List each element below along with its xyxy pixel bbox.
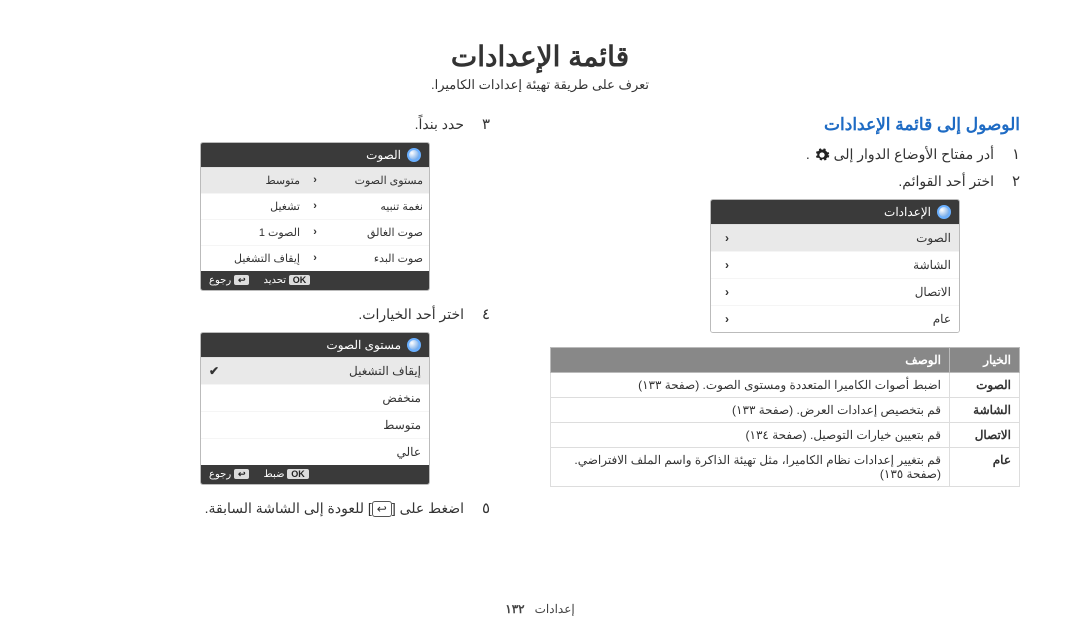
- footer-action: ضبط: [263, 469, 284, 480]
- back-key-icon: ↩: [234, 275, 250, 285]
- row-label: مستوى الصوت: [324, 168, 429, 193]
- left-column: ٣ حدد بنداً. الصوت مستوى الصوت › متوسط ن…: [60, 115, 490, 526]
- section-title: الوصول إلى قائمة الإعدادات: [550, 115, 1020, 135]
- row-label: نغمة تنبيه: [324, 194, 429, 219]
- page-title: قائمة الإعدادات: [60, 40, 1020, 73]
- menu-settings-root: الإعدادات الصوت › الشاشة › الاتصال › عام…: [710, 199, 960, 333]
- page-intro: تعرف على طريقة تهيئة إعدادات الكاميرا.: [60, 77, 1020, 93]
- chevron-icon: ›: [719, 285, 735, 299]
- ok-key-icon: OK: [287, 469, 309, 479]
- menu-row[interactable]: إيقاف التشغيل ✔: [201, 357, 429, 384]
- step-1: ١ أدر مفتاح الأوضاع الدوار إلى .: [550, 145, 1020, 164]
- row-label: متوسط: [209, 418, 421, 432]
- footer-action: تحديد: [263, 275, 286, 286]
- step-5: ٥ اضغط على [↩] للعودة إلى الشاشة السابقة…: [60, 499, 490, 518]
- gear-icon: [814, 147, 830, 163]
- row-label: صوت البدء: [324, 246, 429, 271]
- cell-desc: قم بتغيير إعدادات نظام الكاميرا، مثل تهي…: [551, 448, 950, 487]
- row-value: إيقاف التشغيل: [201, 246, 306, 271]
- ok-key-icon: OK: [289, 275, 311, 285]
- step-num-5: ٥: [474, 499, 490, 518]
- menu-header-label: الإعدادات: [884, 205, 931, 219]
- check-icon: ✔: [209, 364, 219, 378]
- table-row: الاتصال قم بتعيين خيارات التوصيل. (صفحة …: [551, 423, 1020, 448]
- row-label: عالي: [209, 445, 421, 459]
- row-label: الاتصال: [735, 285, 951, 299]
- menu-row[interactable]: منخفض: [201, 384, 429, 411]
- step-num-1: ١: [1004, 145, 1020, 164]
- row-value: تشغيل: [201, 194, 306, 219]
- page-footer: إعدادات ١٣٢: [0, 602, 1080, 616]
- menu-row[interactable]: متوسط: [201, 411, 429, 438]
- step-num-4: ٤: [474, 305, 490, 324]
- step-5-text: اضغط على [↩] للعودة إلى الشاشة السابقة.: [205, 500, 464, 517]
- menu-row[interactable]: نغمة تنبيه › تشغيل: [201, 193, 429, 219]
- row-label: إيقاف التشغيل: [219, 364, 421, 378]
- right-column: الوصول إلى قائمة الإعدادات ١ أدر مفتاح ا…: [550, 115, 1020, 487]
- menu-sound-settings: الصوت مستوى الصوت › متوسط نغمة تنبيه › ت…: [200, 142, 430, 291]
- menu-footer: OK ضبط ↩ رجوع: [201, 465, 429, 484]
- th-desc: الوصف: [551, 348, 950, 373]
- chevron-icon: ›: [306, 168, 324, 193]
- table-row: عام قم بتغيير إعدادات نظام الكاميرا، مثل…: [551, 448, 1020, 487]
- options-table: الخيار الوصف الصوت اضبط أصوات الكاميرا ا…: [550, 347, 1020, 487]
- menu-footer: OK تحديد ↩ رجوع: [201, 271, 429, 290]
- cell-option: الاتصال: [950, 423, 1020, 448]
- row-value: الصوت 1: [201, 220, 306, 245]
- cell-option: الشاشة: [950, 398, 1020, 423]
- step-2-text: اختر أحد القوائم.: [898, 173, 994, 190]
- dial-icon: [407, 338, 421, 352]
- menu-row[interactable]: الشاشة ›: [711, 251, 959, 278]
- menu-header: مستوى الصوت: [201, 333, 429, 357]
- step-1-text: أدر مفتاح الأوضاع الدوار إلى .: [806, 146, 994, 163]
- chevron-icon: ›: [719, 258, 735, 272]
- chevron-icon: ›: [719, 231, 735, 245]
- cell-desc: قم بتخصيص إعدادات العرض. (صفحة ١٣٣): [551, 398, 950, 423]
- dial-icon: [937, 205, 951, 219]
- footer-action: رجوع: [209, 469, 231, 480]
- menu-row[interactable]: مستوى الصوت › متوسط: [201, 167, 429, 193]
- menu-row[interactable]: صوت الغالق › الصوت 1: [201, 219, 429, 245]
- cell-option: الصوت: [950, 373, 1020, 398]
- menu-row[interactable]: عام ›: [711, 305, 959, 332]
- row-label: الصوت: [735, 231, 951, 245]
- row-value: متوسط: [201, 168, 306, 193]
- table-row: الشاشة قم بتخصيص إعدادات العرض. (صفحة ١٣…: [551, 398, 1020, 423]
- step-4: ٤ اختر أحد الخيارات.: [60, 305, 490, 324]
- step-num-3: ٣: [474, 115, 490, 134]
- dial-icon: [407, 148, 421, 162]
- menu-header: الإعدادات: [711, 200, 959, 224]
- table-row: الصوت اضبط أصوات الكاميرا المتعددة ومستو…: [551, 373, 1020, 398]
- step-3-text: حدد بنداً.: [415, 116, 464, 133]
- menu-header-label: الصوت: [366, 148, 401, 162]
- row-label: عام: [735, 312, 951, 326]
- row-label: الشاشة: [735, 258, 951, 272]
- footer-action: رجوع: [209, 275, 231, 286]
- th-option: الخيار: [950, 348, 1020, 373]
- menu-row[interactable]: الصوت ›: [711, 224, 959, 251]
- step-2: ٢ اختر أحد القوائم.: [550, 172, 1020, 191]
- cell-option: عام: [950, 448, 1020, 487]
- cell-desc: قم بتعيين خيارات التوصيل. (صفحة ١٣٤): [551, 423, 950, 448]
- back-key-icon: ↩: [372, 501, 392, 517]
- back-key-icon: ↩: [234, 469, 250, 479]
- step-3: ٣ حدد بنداً.: [60, 115, 490, 134]
- chevron-icon: ›: [306, 246, 324, 271]
- footer-label: إعدادات: [535, 602, 575, 616]
- row-label: منخفض: [209, 391, 421, 405]
- menu-header: الصوت: [201, 143, 429, 167]
- menu-header-label: مستوى الصوت: [326, 338, 401, 352]
- chevron-icon: ›: [306, 220, 324, 245]
- page-number: ١٣٢: [505, 602, 524, 616]
- menu-volume-options: مستوى الصوت إيقاف التشغيل ✔ منخفض متوسط …: [200, 332, 430, 485]
- row-label: صوت الغالق: [324, 220, 429, 245]
- cell-desc: اضبط أصوات الكاميرا المتعددة ومستوى الصو…: [551, 373, 950, 398]
- step-4-text: اختر أحد الخيارات.: [358, 306, 464, 323]
- menu-row[interactable]: الاتصال ›: [711, 278, 959, 305]
- chevron-icon: ›: [719, 312, 735, 326]
- menu-row[interactable]: صوت البدء › إيقاف التشغيل: [201, 245, 429, 271]
- menu-row[interactable]: عالي: [201, 438, 429, 465]
- chevron-icon: ›: [306, 194, 324, 219]
- step-num-2: ٢: [1004, 172, 1020, 191]
